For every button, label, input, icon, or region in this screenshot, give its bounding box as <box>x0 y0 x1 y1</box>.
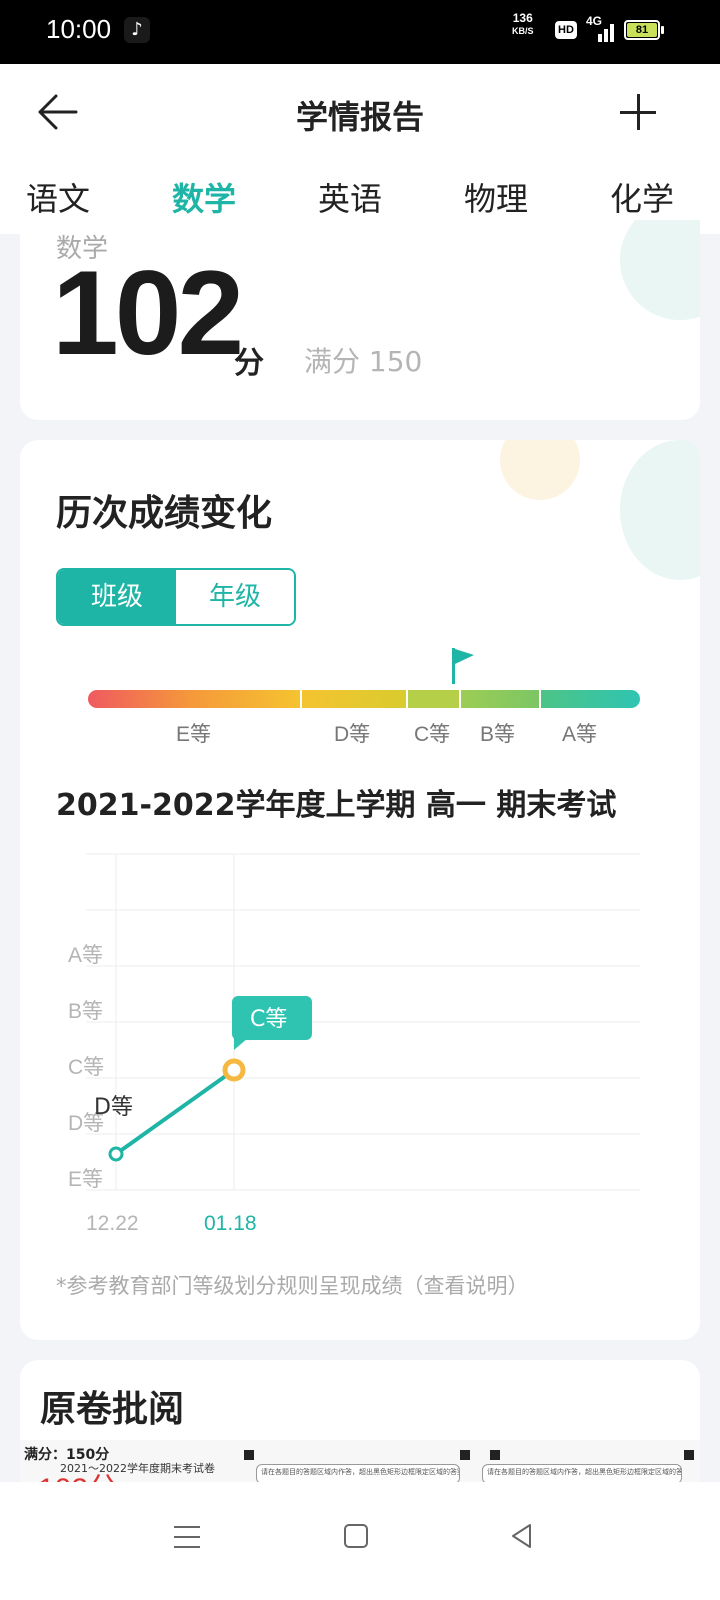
grade-scale-labels: E等 D等 C等 B等 A等 <box>20 718 700 750</box>
y-tick-label: A等 <box>68 944 103 967</box>
app-header: 学情报告 <box>0 64 720 160</box>
y-tick-label: C等 <box>68 1056 104 1079</box>
decorative-bubble <box>620 440 700 580</box>
score-card: 数学 102 分 满分 150 <box>20 220 700 420</box>
corner-mark <box>460 1450 470 1460</box>
flag-icon <box>452 648 474 684</box>
corner-mark <box>684 1450 694 1460</box>
grading-note[interactable]: *参考教育部门等级划分规则呈现成绩（查看说明） <box>56 1270 529 1300</box>
signal-icon <box>588 18 616 42</box>
decorative-bubble <box>500 440 580 500</box>
decorative-bubble <box>620 220 700 320</box>
grade-label-c: C等 <box>414 723 451 746</box>
tab-label: 英语 <box>318 180 383 218</box>
tiktok-icon: ♪ <box>124 17 150 43</box>
data-label: D等 <box>94 1095 133 1120</box>
score-value: 102 <box>52 246 244 380</box>
back-triangle-icon[interactable] <box>508 1522 536 1550</box>
grade-label-a: A等 <box>562 723 598 746</box>
tooltip-label: C等 <box>250 1007 287 1032</box>
history-card: 历次成绩变化 班级 年级 E等 D等 C等 B等 A等 2021-2022学年度… <box>20 440 700 1340</box>
hd-icon: HD <box>555 21 577 39</box>
section-title: 原卷批阅 <box>40 1389 185 1430</box>
speed-unit: KB/S <box>512 26 534 36</box>
tab-label: 语文 <box>26 180 91 218</box>
tab-label: 数学 <box>172 180 237 218</box>
page-title: 学情报告 <box>295 98 424 136</box>
tab-label: 物理 <box>464 180 529 218</box>
x-tick-label: 12.22 <box>86 1212 139 1235</box>
battery-level: 81 <box>627 23 657 37</box>
grade-segment-e <box>88 690 302 708</box>
y-tick-label: B等 <box>68 1000 103 1023</box>
clock: 10:00 <box>46 14 112 44</box>
data-point <box>222 1058 246 1082</box>
y-tick-label: E等 <box>68 1168 103 1191</box>
menu-icon[interactable] <box>174 1526 200 1548</box>
grade-scale-bar <box>88 690 640 708</box>
paper-title: 2021～2022学年度期末考试卷 <box>60 1462 215 1475</box>
corner-mark <box>490 1450 500 1460</box>
score-unit: 分 <box>234 346 264 381</box>
section-title: 历次成绩变化 <box>56 493 273 534</box>
toggle-class[interactable]: 班级 <box>58 570 176 624</box>
grade-label-e: E等 <box>176 723 212 746</box>
system-nav-bar <box>0 1482 720 1600</box>
tab-math[interactable]: 数学 <box>172 174 237 234</box>
network-speed: 136 KB/S <box>512 12 534 37</box>
speed-value: 136 <box>512 11 533 25</box>
tab-chinese[interactable]: 语文 <box>26 174 90 220</box>
x-tick-label: 01.18 <box>204 1212 257 1235</box>
grade-trend-chart: E等D等C等B等A等12.22 01.18D等C等 <box>68 853 640 1235</box>
exam-title: 2021-2022学年度上学期 高一 期末考试 <box>56 788 617 823</box>
home-icon[interactable] <box>344 1524 368 1548</box>
tab-english[interactable]: 英语 <box>318 174 382 220</box>
plus-icon[interactable] <box>620 94 656 130</box>
answer-box: 请在各题目的答题区域内作答，超出黑色矩形边框限定区域的答案无效！ <box>482 1464 682 1484</box>
tab-chemistry[interactable]: 化学 <box>610 174 674 220</box>
tab-physics[interactable]: 物理 <box>464 174 528 220</box>
full-score: 满分 150 <box>304 345 423 378</box>
series-line <box>114 1068 236 1156</box>
grade-label-d: D等 <box>334 723 371 746</box>
grade-label-b: B等 <box>480 723 516 746</box>
tab-label: 化学 <box>610 180 675 218</box>
status-bar: 10:00 ♪ 136 KB/S HD 4G 81 <box>0 0 720 64</box>
grade-segment-b <box>461 690 541 708</box>
grade-segment-c <box>408 690 461 708</box>
grade-segment-a <box>541 690 640 708</box>
corner-mark <box>244 1450 254 1460</box>
battery-icon: 81 <box>624 20 664 40</box>
data-point <box>108 1146 124 1162</box>
grade-segment-d <box>302 690 408 708</box>
answer-box: 请在各题目的答题区域内作答，超出黑色矩形边框限定区域的答案无效！ <box>256 1464 460 1484</box>
toggle-grade[interactable]: 年级 <box>176 570 294 624</box>
class-grade-toggle: 班级 年级 <box>56 568 296 626</box>
